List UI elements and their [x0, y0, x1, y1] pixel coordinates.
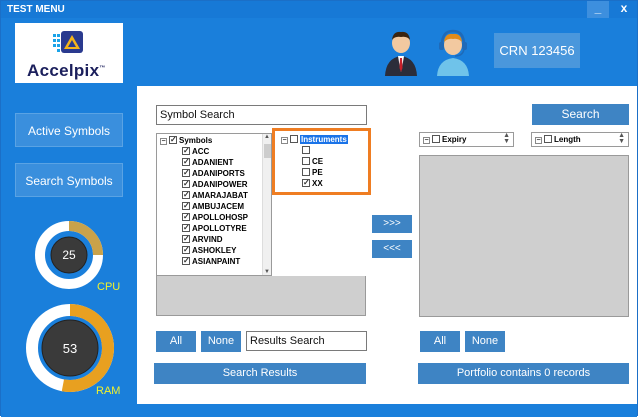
- symbol-label: ARVIND: [192, 235, 223, 244]
- collapse-icon[interactable]: −: [160, 138, 167, 145]
- cpu-value: 25: [62, 248, 76, 262]
- results-search-input[interactable]: [246, 331, 367, 351]
- search-symbols-button[interactable]: Search Symbols: [15, 163, 123, 197]
- collapse-icon[interactable]: −: [535, 137, 542, 144]
- symbol-checkbox[interactable]: [182, 178, 190, 189]
- active-symbols-button[interactable]: Active Symbols: [15, 113, 123, 147]
- symbols-scrollbar[interactable]: ▲ ▼: [262, 134, 271, 275]
- symbol-row[interactable]: AMBUJACEM: [182, 200, 244, 212]
- collapse-icon[interactable]: −: [423, 137, 430, 144]
- instrument-row[interactable]: CE: [302, 156, 323, 167]
- symbol-row[interactable]: ADANIPORTS: [182, 167, 245, 179]
- symbol-row[interactable]: ASIANPAINT: [182, 255, 241, 267]
- symbol-label: ADANIPOWER: [192, 180, 248, 189]
- symbol-checkbox[interactable]: [182, 211, 190, 222]
- cpu-gauge: 25: [35, 221, 103, 289]
- accelpix-logo: Accelpix™: [15, 23, 123, 83]
- symbol-checkbox[interactable]: [182, 189, 190, 200]
- symbol-checkbox[interactable]: [182, 167, 190, 178]
- instrument-row[interactable]: XX: [302, 177, 323, 189]
- cpu-label: CPU: [97, 281, 121, 293]
- expiry-dropdown[interactable]: − Expiry ▲ ▼: [419, 132, 514, 147]
- ram-value: 53: [63, 341, 77, 356]
- logo-wordmark: Accelpix™: [27, 61, 106, 80]
- symbol-label: AMBUJACEM: [192, 202, 244, 211]
- length-spin-icon[interactable]: ▲ ▼: [618, 132, 625, 145]
- symbol-checkbox[interactable]: [182, 145, 190, 156]
- crn-badge: CRN 123456: [494, 33, 580, 68]
- expiry-checkbox[interactable]: [432, 135, 440, 143]
- symbol-label: AMARAJABAT: [192, 191, 248, 200]
- symbol-row[interactable]: AMARAJABAT: [182, 189, 248, 201]
- ram-gauge: 53: [26, 304, 114, 392]
- symbol-row[interactable]: APOLLOHOSP: [182, 211, 249, 223]
- symbol-checkbox[interactable]: [182, 222, 190, 233]
- header-bar: Accelpix™ CRN 123456: [1, 18, 637, 86]
- symbol-search-input[interactable]: [156, 105, 367, 125]
- symbol-checkbox[interactable]: [182, 156, 190, 167]
- search-button[interactable]: Search: [532, 104, 629, 125]
- portfolio-list[interactable]: [419, 155, 629, 317]
- close-button[interactable]: x: [613, 1, 635, 18]
- instrument-checkbox[interactable]: [302, 157, 310, 165]
- instrument-label: CE: [312, 157, 324, 166]
- right-all-button[interactable]: All: [420, 331, 460, 352]
- instrument-row[interactable]: [302, 145, 312, 156]
- expiry-spin-icon[interactable]: ▲ ▼: [503, 132, 510, 145]
- symbol-label: ACC: [192, 147, 210, 156]
- scroll-down-icon[interactable]: ▼: [264, 269, 270, 275]
- collapse-icon[interactable]: −: [281, 137, 288, 144]
- symbol-row[interactable]: ADANIPOWER: [182, 178, 248, 190]
- symbol-checkbox[interactable]: [182, 255, 190, 266]
- symbol-label: APOLLOHOSP: [192, 213, 249, 222]
- symbol-label: ADANIENT: [192, 158, 234, 167]
- window-title: TEST MENU: [7, 4, 65, 15]
- symbol-checkbox[interactable]: [182, 200, 190, 211]
- instrument-checkbox[interactable]: [302, 146, 310, 154]
- instrument-checkbox[interactable]: [302, 177, 310, 188]
- app-window: TEST MENU _ x Accelpix™ CRN 123456 Activ…: [0, 0, 638, 417]
- accelpix-logo-mark-icon: [53, 31, 83, 53]
- remove-from-portfolio-button[interactable]: <<<: [372, 240, 412, 258]
- symbol-label: ASHOKLEY: [192, 246, 237, 255]
- scroll-up-icon[interactable]: ▲: [264, 134, 270, 140]
- instruments-tree[interactable]: −Instruments CE PE XX: [278, 133, 366, 192]
- instrument-label: PE: [312, 168, 323, 177]
- symbol-row[interactable]: APOLLOTYRE: [182, 222, 247, 234]
- symbols-root-checkbox[interactable]: [169, 134, 177, 145]
- search-results-button[interactable]: Search Results: [154, 363, 366, 384]
- main-panel: −Symbols ACCADANIENTADANIPORTSADANIPOWER…: [137, 86, 637, 404]
- instrument-label: XX: [312, 179, 323, 188]
- instrument-checkbox[interactable]: [302, 168, 310, 176]
- length-dropdown[interactable]: − Length ▲ ▼: [531, 132, 629, 147]
- instruments-root-row[interactable]: − Instruments: [281, 134, 348, 145]
- portfolio-status: Portfolio contains 0 records: [418, 363, 629, 384]
- symbol-checkbox[interactable]: [182, 233, 190, 244]
- symbol-label: ASIANPAINT: [192, 257, 241, 266]
- symbol-label: ADANIPORTS: [192, 169, 245, 178]
- minimize-button[interactable]: _: [587, 1, 609, 18]
- user-icon[interactable]: [381, 28, 421, 78]
- instruments-root-checkbox[interactable]: [290, 135, 298, 143]
- footer-bar: [1, 404, 637, 417]
- sidebar: Active Symbols Search Symbols 25 CPU 53 …: [1, 86, 137, 404]
- right-none-button[interactable]: None: [465, 331, 505, 352]
- symbol-checkbox[interactable]: [182, 244, 190, 255]
- left-all-button[interactable]: All: [156, 331, 196, 352]
- symbol-row[interactable]: ASHOKLEY: [182, 244, 237, 256]
- scroll-thumb[interactable]: [264, 144, 271, 158]
- symbols-tree[interactable]: −Symbols ACCADANIENTADANIPORTSADANIPOWER…: [156, 133, 272, 276]
- length-checkbox[interactable]: [544, 135, 552, 143]
- left-none-button[interactable]: None: [201, 331, 241, 352]
- add-to-portfolio-button[interactable]: >>>: [372, 215, 412, 233]
- symbols-list-area: [156, 276, 366, 316]
- title-bar: TEST MENU _ x: [1, 1, 637, 18]
- support-agent-icon[interactable]: [433, 28, 473, 78]
- ram-label: RAM: [96, 385, 121, 397]
- symbol-label: APOLLOTYRE: [192, 224, 247, 233]
